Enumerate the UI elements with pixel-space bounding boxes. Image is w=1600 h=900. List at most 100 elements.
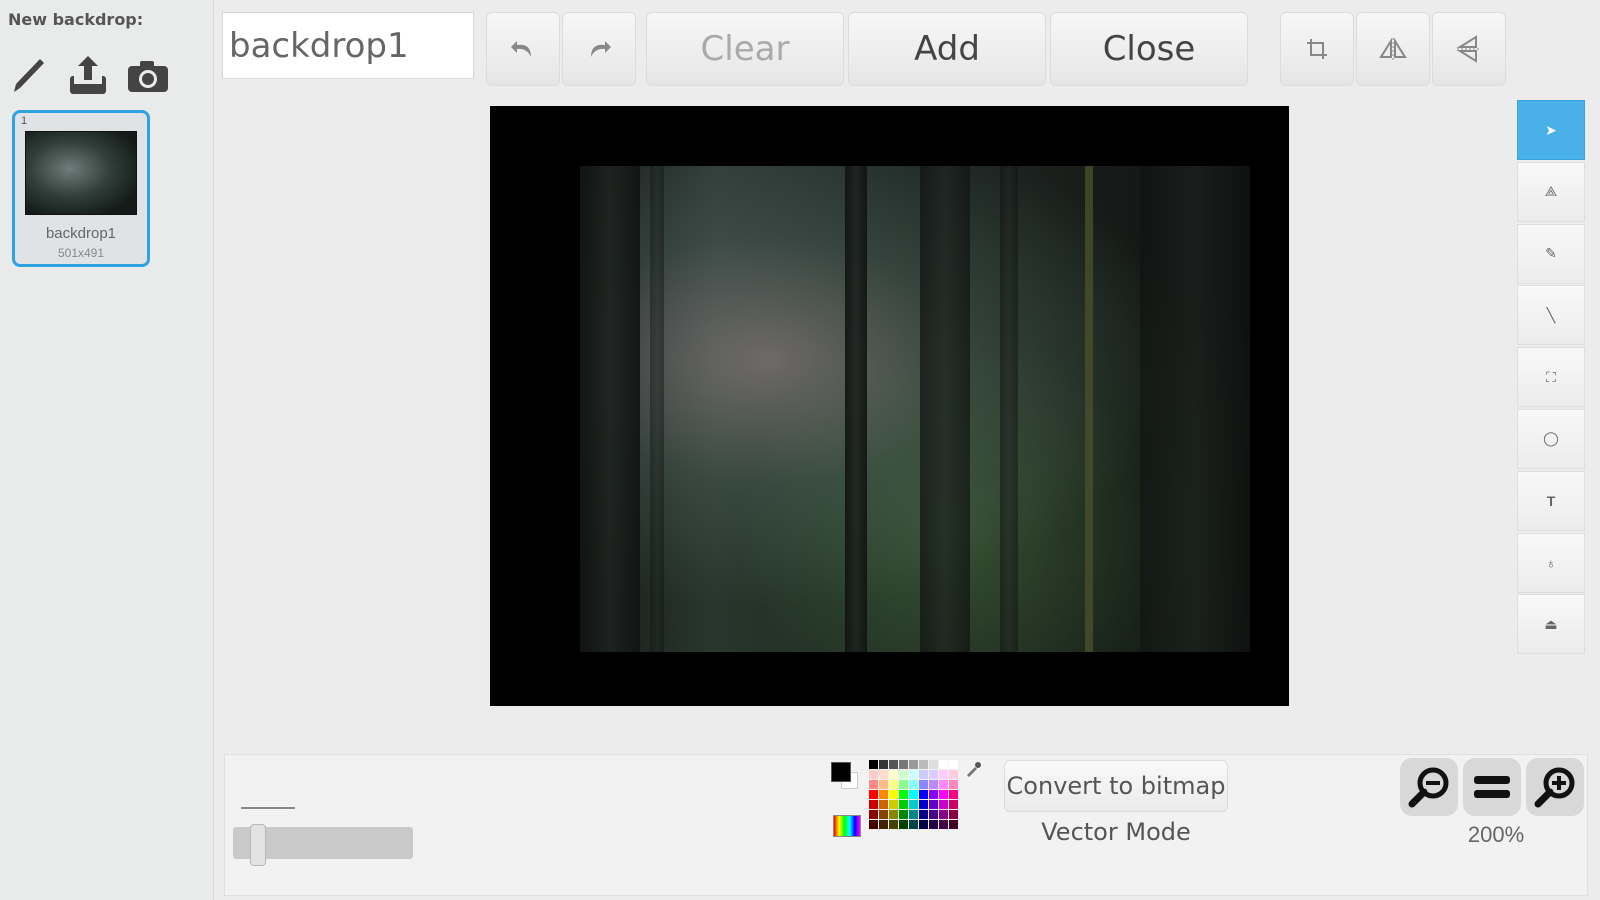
palette-swatch[interactable] [949, 780, 958, 789]
redo-button[interactable] [562, 12, 636, 86]
palette-swatch[interactable] [879, 760, 888, 769]
upload-icon[interactable] [64, 52, 112, 100]
backdrop-name: backdrop1 [45, 225, 117, 242]
color-palette[interactable] [869, 760, 958, 829]
palette-swatch[interactable] [889, 800, 898, 809]
palette-swatch[interactable] [869, 810, 878, 819]
backdrop-thumbnail[interactable]: 1 backdrop1 501x491 [12, 110, 150, 267]
reshape-tool[interactable]: ⟁ [1517, 161, 1585, 222]
palette-swatch[interactable] [909, 810, 918, 819]
palette-swatch[interactable] [889, 820, 898, 829]
palette-swatch[interactable] [879, 780, 888, 789]
palette-swatch[interactable] [919, 780, 928, 789]
palette-swatch[interactable] [929, 790, 938, 799]
palette-swatch[interactable] [919, 790, 928, 799]
palette-swatch[interactable] [909, 800, 918, 809]
palette-swatch[interactable] [899, 800, 908, 809]
palette-swatch[interactable] [899, 760, 908, 769]
backdrop-name-input[interactable] [222, 12, 474, 79]
palette-swatch[interactable] [869, 780, 878, 789]
convert-to-bitmap-button[interactable]: Convert to bitmap [1004, 760, 1228, 812]
rectangle-tool[interactable]: ⛶ [1517, 347, 1585, 408]
zoom-reset-button[interactable] [1463, 758, 1521, 816]
palette-swatch[interactable] [909, 790, 918, 799]
palette-swatch[interactable] [889, 790, 898, 799]
palette-swatch[interactable] [929, 770, 938, 779]
palette-swatch[interactable] [939, 820, 948, 829]
palette-swatch[interactable] [889, 770, 898, 779]
palette-swatch[interactable] [879, 770, 888, 779]
palette-swatch[interactable] [939, 790, 948, 799]
equals-icon [1474, 776, 1510, 798]
palette-swatch[interactable] [889, 810, 898, 819]
palette-swatch[interactable] [899, 770, 908, 779]
palette-swatch[interactable] [939, 770, 948, 779]
crop-button[interactable] [1280, 12, 1354, 86]
paintbrush-icon[interactable] [4, 52, 52, 100]
palette-swatch[interactable] [949, 760, 958, 769]
palette-swatch[interactable] [889, 780, 898, 789]
zoom-in-button[interactable] [1526, 758, 1584, 816]
add-button[interactable]: Add [848, 12, 1046, 86]
palette-swatch[interactable] [869, 760, 878, 769]
line-icon: ╲ [1546, 306, 1556, 323]
undo-button[interactable] [486, 12, 560, 86]
pencil-tool[interactable]: ✎ [1517, 223, 1585, 284]
palette-swatch[interactable] [899, 780, 908, 789]
palette-swatch[interactable] [929, 780, 938, 789]
palette-swatch[interactable] [939, 760, 948, 769]
palette-swatch[interactable] [889, 760, 898, 769]
palette-swatch[interactable] [919, 810, 928, 819]
palette-swatch[interactable] [919, 760, 928, 769]
ellipse-tool[interactable]: ◯ [1517, 408, 1585, 469]
close-button[interactable]: Close [1050, 12, 1248, 86]
palette-swatch[interactable] [949, 770, 958, 779]
color-spectrum-picker[interactable] [833, 815, 861, 837]
palette-swatch[interactable] [949, 810, 958, 819]
drawing-canvas[interactable] [490, 106, 1289, 706]
palette-swatch[interactable] [909, 760, 918, 769]
palette-swatch[interactable] [899, 790, 908, 799]
palette-swatch[interactable] [929, 820, 938, 829]
flip-vertical-button[interactable] [1432, 12, 1506, 86]
palette-swatch[interactable] [909, 770, 918, 779]
palette-swatch[interactable] [869, 770, 878, 779]
palette-swatch[interactable] [909, 820, 918, 829]
flip-horizontal-button[interactable] [1356, 12, 1430, 86]
clear-button[interactable]: Clear [646, 12, 844, 86]
palette-swatch[interactable] [899, 810, 908, 819]
palette-swatch[interactable] [939, 780, 948, 789]
palette-swatch[interactable] [879, 800, 888, 809]
palette-swatch[interactable] [939, 810, 948, 819]
palette-swatch[interactable] [939, 800, 948, 809]
palette-swatch[interactable] [929, 810, 938, 819]
palette-swatch[interactable] [879, 790, 888, 799]
palette-swatch[interactable] [929, 800, 938, 809]
foreground-color-swatch[interactable] [831, 762, 851, 782]
palette-swatch[interactable] [919, 770, 928, 779]
select-tool[interactable]: ➤ [1517, 100, 1585, 160]
zoom-out-button[interactable] [1400, 758, 1458, 816]
stroke-width-preview [241, 807, 295, 809]
palette-swatch[interactable] [909, 780, 918, 789]
palette-swatch[interactable] [949, 820, 958, 829]
palette-swatch[interactable] [869, 820, 878, 829]
palette-swatch[interactable] [869, 790, 878, 799]
redo-icon [591, 41, 611, 57]
camera-icon[interactable] [124, 52, 172, 100]
stamp-tool[interactable]: ⏏ [1517, 594, 1585, 655]
eyedropper-icon[interactable] [964, 760, 982, 778]
palette-swatch[interactable] [879, 810, 888, 819]
stroke-width-slider-handle[interactable] [250, 824, 266, 866]
palette-swatch[interactable] [919, 800, 928, 809]
line-tool[interactable]: ╲ [1517, 285, 1585, 346]
palette-swatch[interactable] [929, 760, 938, 769]
text-tool[interactable]: T [1517, 470, 1585, 531]
palette-swatch[interactable] [949, 790, 958, 799]
palette-swatch[interactable] [879, 820, 888, 829]
palette-swatch[interactable] [899, 820, 908, 829]
palette-swatch[interactable] [919, 820, 928, 829]
fill-tool[interactable]: ♁ [1517, 532, 1585, 593]
palette-swatch[interactable] [869, 800, 878, 809]
palette-swatch[interactable] [949, 800, 958, 809]
